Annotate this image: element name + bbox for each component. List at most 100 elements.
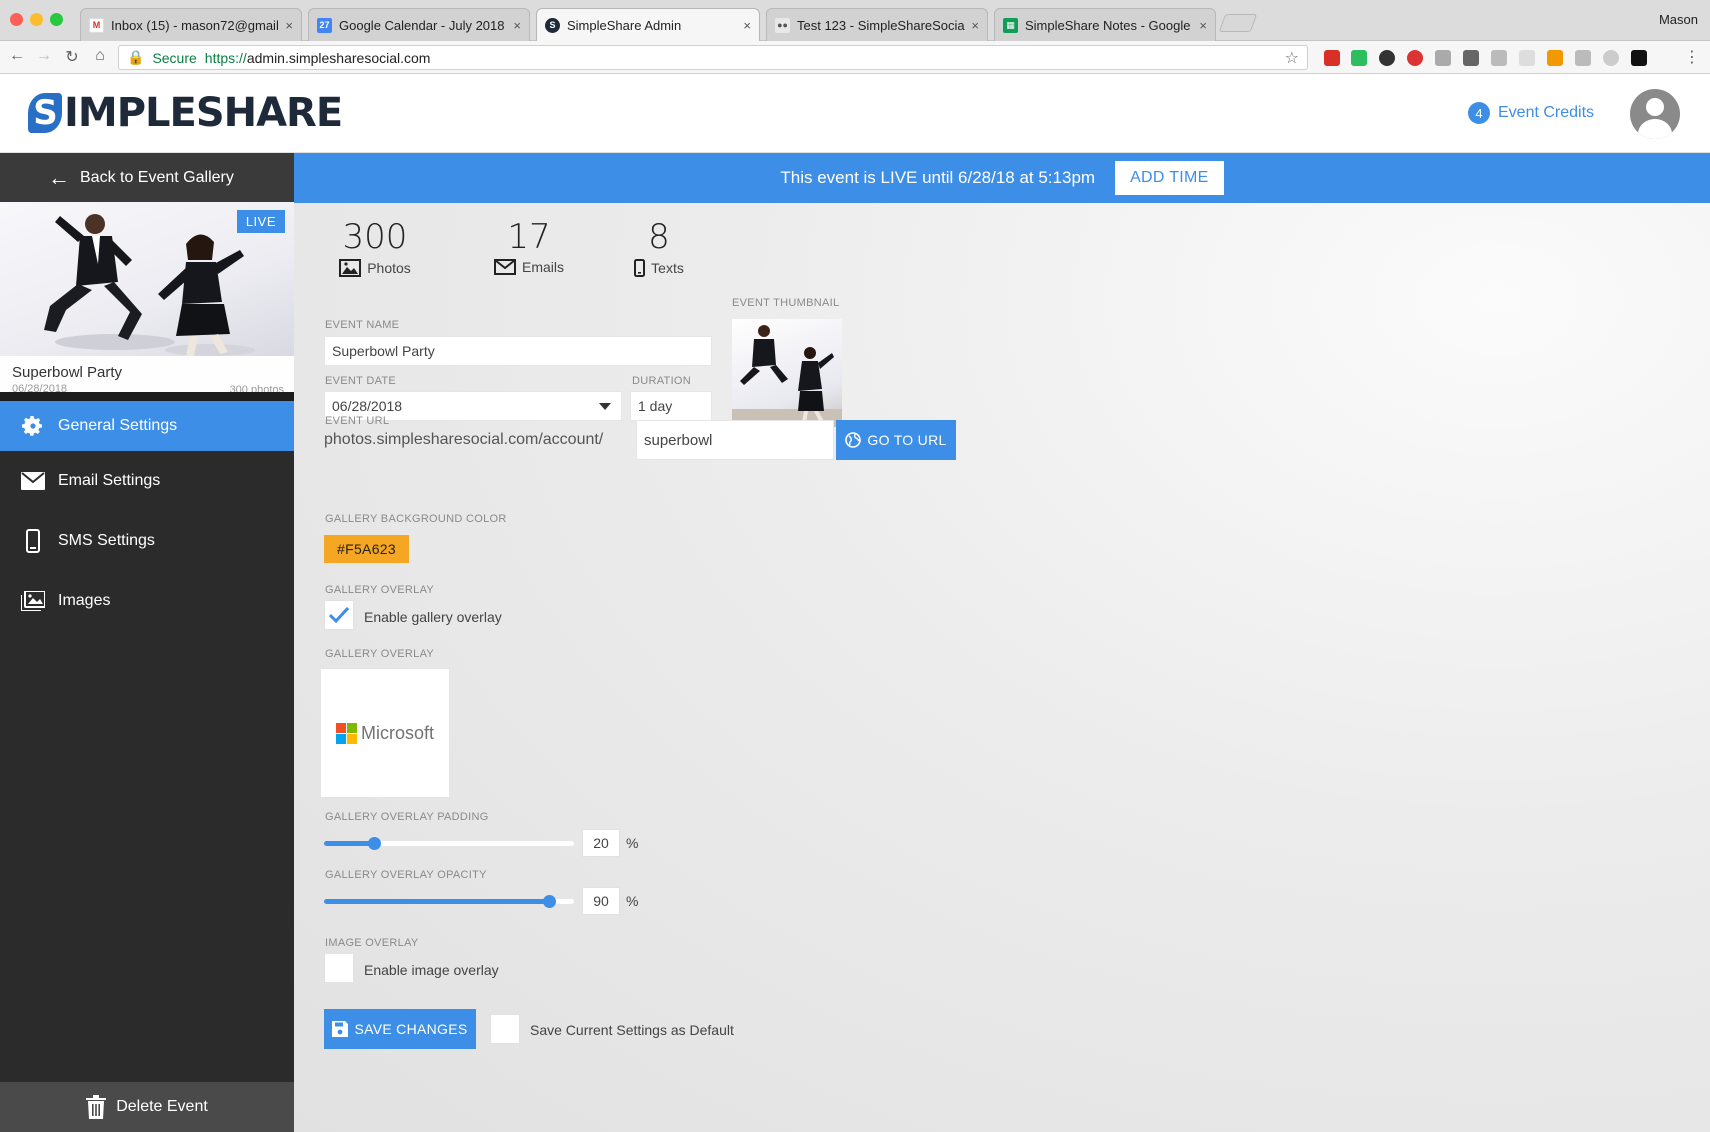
tab-close-icon[interactable]: × [285,18,293,33]
stat-photos: 300 Photos [332,217,418,277]
browser-profile-name[interactable]: Mason [1659,12,1698,27]
gallery-bg-color-picker[interactable]: #F5A623 [324,535,409,563]
gallery-overlay-checkbox[interactable] [324,600,354,630]
event-date-label: EVENT DATE [325,375,397,387]
sidebar-item-email-settings[interactable]: Email Settings [0,451,294,511]
gallery-overlay-image-label: GALLERY OVERLAY [325,648,435,660]
save-as-default-checkbox[interactable] [490,1014,520,1044]
calendar-extension-icon[interactable] [1547,50,1563,66]
event-date-value: 06/28/2018 [332,398,403,414]
duration-field[interactable]: 1 day [630,391,712,421]
back-to-gallery-link[interactable]: ← Back to Event Gallery [0,153,294,202]
stat-label: Texts [651,260,684,276]
sidebar-item-images[interactable]: Images [0,571,294,631]
stat-value: 300 [342,217,408,257]
live-banner-text: This event is LIVE until 6/28/18 at 5:13… [780,168,1096,187]
overlay-padding-slider[interactable] [324,837,574,850]
image-overlay-checkbox[interactable] [324,953,354,983]
browser-address-bar: ← → ↻ ⌂ 🔒 Secure https:// admin.simplesh… [0,41,1710,74]
save-as-default-label: Save Current Settings as Default [530,1022,734,1038]
stat-emails: 17 Emails [486,217,572,275]
event-card[interactable]: LIVE Superbowl Party 06/28/2018 300 phot… [0,202,294,401]
gmail-extension-icon[interactable] [1324,50,1340,66]
browser-menu-icon[interactable]: ⋮ [1682,47,1702,67]
drive-extension-icon[interactable] [1435,50,1451,66]
save-changes-button[interactable]: SAVE CHANGES [324,1009,476,1049]
stat-texts: 8 Texts [624,217,694,277]
event-name-field[interactable]: Superbowl Party [324,336,712,366]
logo-text: IMPLESHARE [64,90,343,136]
wikipedia-extension-icon[interactable] [1519,50,1535,66]
globe-icon [845,432,862,448]
notifications-extension-icon[interactable] [1631,50,1647,66]
tab-close-icon[interactable]: × [513,18,521,33]
slider-handle[interactable] [543,895,556,908]
tab-close-icon[interactable]: × [971,18,979,33]
extension-icon[interactable] [1491,50,1507,66]
forward-arrow-icon[interactable]: → [34,47,54,65]
gallery-overlay-checkbox-label: Enable gallery overlay [364,609,502,625]
sidebar-item-sms-settings[interactable]: SMS Settings [0,511,294,571]
avatar-body-shape [1638,119,1672,139]
overlay-opacity-slider[interactable] [324,895,574,908]
maximize-window-button[interactable] [50,13,63,26]
app-header: S IMPLESHARE 4 Event Credits [0,74,1710,153]
browser-tab-notes[interactable]: ▦ SimpleShare Notes - Google S × [994,8,1216,41]
user-avatar[interactable] [1630,89,1680,139]
gallery-overlay-section-label: GALLERY OVERLAY [325,584,435,596]
chat-extension-icon[interactable] [1603,50,1619,66]
chevron-down-icon [599,403,611,410]
browser-tab-test123[interactable]: ●● Test 123 - SimpleShareSocial.c × [766,8,988,41]
go-to-url-button[interactable]: GO TO URL [836,420,956,460]
browser-tab-bar: M Inbox (15) - mason72@gmail.c × 27 Goog… [0,0,1710,41]
grammarly-extension-icon[interactable] [1575,50,1591,66]
browser-tab-simpleshare-admin[interactable]: S SimpleShare Admin × [536,8,760,41]
browser-tab-calendar[interactable]: 27 Google Calendar - July 2018 × [308,8,530,41]
delete-event-button[interactable]: Delete Event [0,1082,294,1132]
add-time-button[interactable]: ADD TIME [1115,161,1224,195]
new-tab-button[interactable] [1218,14,1258,32]
stat-value: 17 [507,217,551,257]
bookmark-star-icon[interactable]: ☆ [1285,48,1299,68]
simpleshare-logo[interactable]: S IMPLESHARE [28,90,343,136]
slider-handle[interactable] [368,837,381,850]
close-window-button[interactable] [10,13,23,26]
thumbnail-couple-illustration [732,325,842,427]
overlay-opacity-input[interactable]: 90 [582,887,620,915]
minimize-window-button[interactable] [30,13,43,26]
simpleshare-icon: S [545,17,560,33]
stat-value: 8 [648,217,670,257]
event-thumbnail-label: EVENT THUMBNAIL [732,297,840,309]
event-credits-link[interactable]: 4 Event Credits [1468,102,1594,124]
duration-label: DURATION [632,375,692,387]
sidebar-item-general-settings[interactable]: General Settings [0,401,294,451]
browser-tab-gmail[interactable]: M Inbox (15) - mason72@gmail.c × [80,8,302,41]
sidebar-item-label: Email Settings [58,472,161,489]
adblock-extension-icon[interactable] [1407,50,1423,66]
microsoft-logo-icon [335,722,357,744]
home-icon[interactable]: ⌂ [90,47,110,65]
group-icon: ●● [775,17,790,33]
sidebar-item-label: Images [58,592,111,609]
evernote-extension-icon[interactable] [1351,50,1367,66]
stat-label: Emails [521,259,564,275]
event-thumbnail-image[interactable] [732,319,842,427]
gallery-bg-color-label: GALLERY BACKGROUND COLOR [325,513,507,525]
tab-close-icon[interactable]: × [743,18,751,33]
tab-title: Google Calendar - July 2018 [339,17,505,33]
onepassword-extension-icon[interactable] [1379,50,1395,66]
main-content: This event is LIVE until 6/28/18 at 5:13… [294,153,1710,1132]
tab-title: SimpleShare Notes - Google S [1025,17,1194,33]
back-arrow-icon[interactable]: ← [7,47,27,65]
reload-icon[interactable]: ↻ [62,47,82,67]
overlay-padding-input[interactable]: 20 [582,829,620,857]
stat-label: Photos [367,260,411,276]
screenshot-extension-icon[interactable] [1463,50,1479,66]
tab-close-icon[interactable]: × [1199,18,1207,33]
event-url-slug-field[interactable]: superbowl [636,420,834,460]
event-url-label: EVENT URL [325,415,390,427]
trash-icon [86,1095,107,1119]
gallery-overlay-image[interactable]: Microsoft [320,668,450,798]
event-name-label: EVENT NAME [325,319,400,331]
url-field[interactable]: 🔒 Secure https:// admin.simplesharesocia… [118,45,1308,70]
